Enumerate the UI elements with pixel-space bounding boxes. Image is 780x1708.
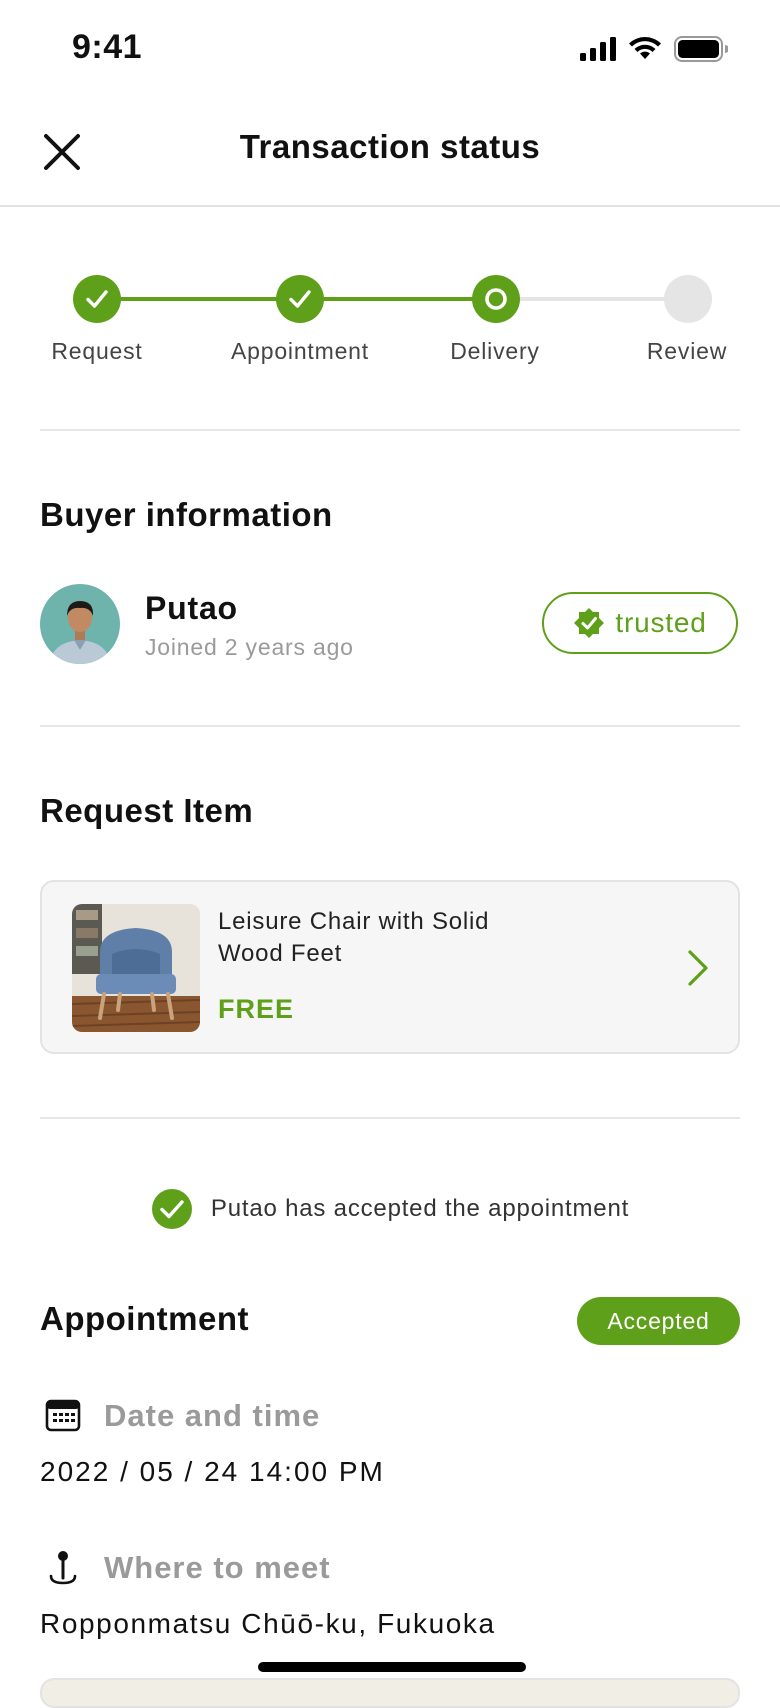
date-time-label: Date and time: [104, 1398, 321, 1433]
chevron-right-icon: [688, 950, 708, 986]
battery-icon: [674, 36, 728, 62]
step-label-review: Review: [646, 338, 728, 364]
section-divider: [40, 725, 740, 727]
section-divider: [40, 1117, 740, 1119]
step-label-request: Request: [51, 338, 143, 364]
status-time: 9:41: [72, 28, 143, 66]
check-icon: [86, 290, 108, 308]
meeting-place-value: Ropponmatsu Chūō-ku, Fukuoka: [40, 1608, 496, 1639]
item-thumbnail: [72, 904, 200, 1032]
item-price: FREE: [218, 994, 295, 1024]
step-review-dot: [664, 275, 712, 323]
request-item-section-title: Request Item: [40, 792, 254, 829]
avatar-image: [40, 584, 120, 664]
trusted-badge: trusted: [542, 592, 738, 654]
item-name: Leisure Chair with Solid Wood Feet: [218, 908, 490, 967]
notice-text: Putao has accepted the appointment: [210, 1195, 630, 1222]
date-time-value: 2022 / 05 / 24 14:00 PM: [40, 1456, 385, 1487]
check-icon: [289, 290, 311, 308]
check-circle-icon: [151, 1189, 192, 1229]
verified-badge-icon: [574, 608, 605, 638]
appointment-section-title: Appointment: [40, 1300, 249, 1337]
status-icons: [580, 36, 728, 62]
buyer-name: Putao: [145, 590, 238, 626]
map-preview[interactable]: [40, 1678, 740, 1708]
request-item-card[interactable]: Leisure Chair with Solid Wood Feet FREE: [40, 880, 740, 1054]
step-label-delivery: Delivery: [450, 338, 540, 364]
calendar-icon: [45, 1399, 81, 1432]
location-pin-icon: [49, 1551, 77, 1585]
step-connector-done: [300, 297, 496, 301]
meeting-place-label: Where to meet: [104, 1550, 331, 1585]
signal-icon: [580, 37, 616, 61]
buyer-joined-text: Joined 2 years ago: [145, 634, 354, 660]
step-label-appointment: Appointment: [231, 338, 369, 364]
avatar[interactable]: [40, 584, 120, 664]
wifi-icon: [629, 37, 661, 59]
status-badge: Accepted: [577, 1297, 740, 1345]
step-connector-pending: [496, 297, 688, 301]
step-request-dot: [73, 275, 121, 323]
home-indicator[interactable]: [258, 1662, 526, 1672]
current-step-icon: [485, 288, 507, 310]
step-appointment-dot: [276, 275, 324, 323]
header-divider: [0, 205, 780, 207]
step-delivery-dot: [472, 275, 520, 323]
section-divider: [40, 429, 740, 431]
appointment-accepted-notice: Putao has accepted the appointment: [0, 1188, 780, 1230]
trusted-badge-label: trusted: [615, 607, 707, 638]
page-title: Transaction status: [239, 128, 541, 165]
step-connector-done: [97, 297, 300, 301]
buyer-section-title: Buyer information: [40, 496, 333, 533]
